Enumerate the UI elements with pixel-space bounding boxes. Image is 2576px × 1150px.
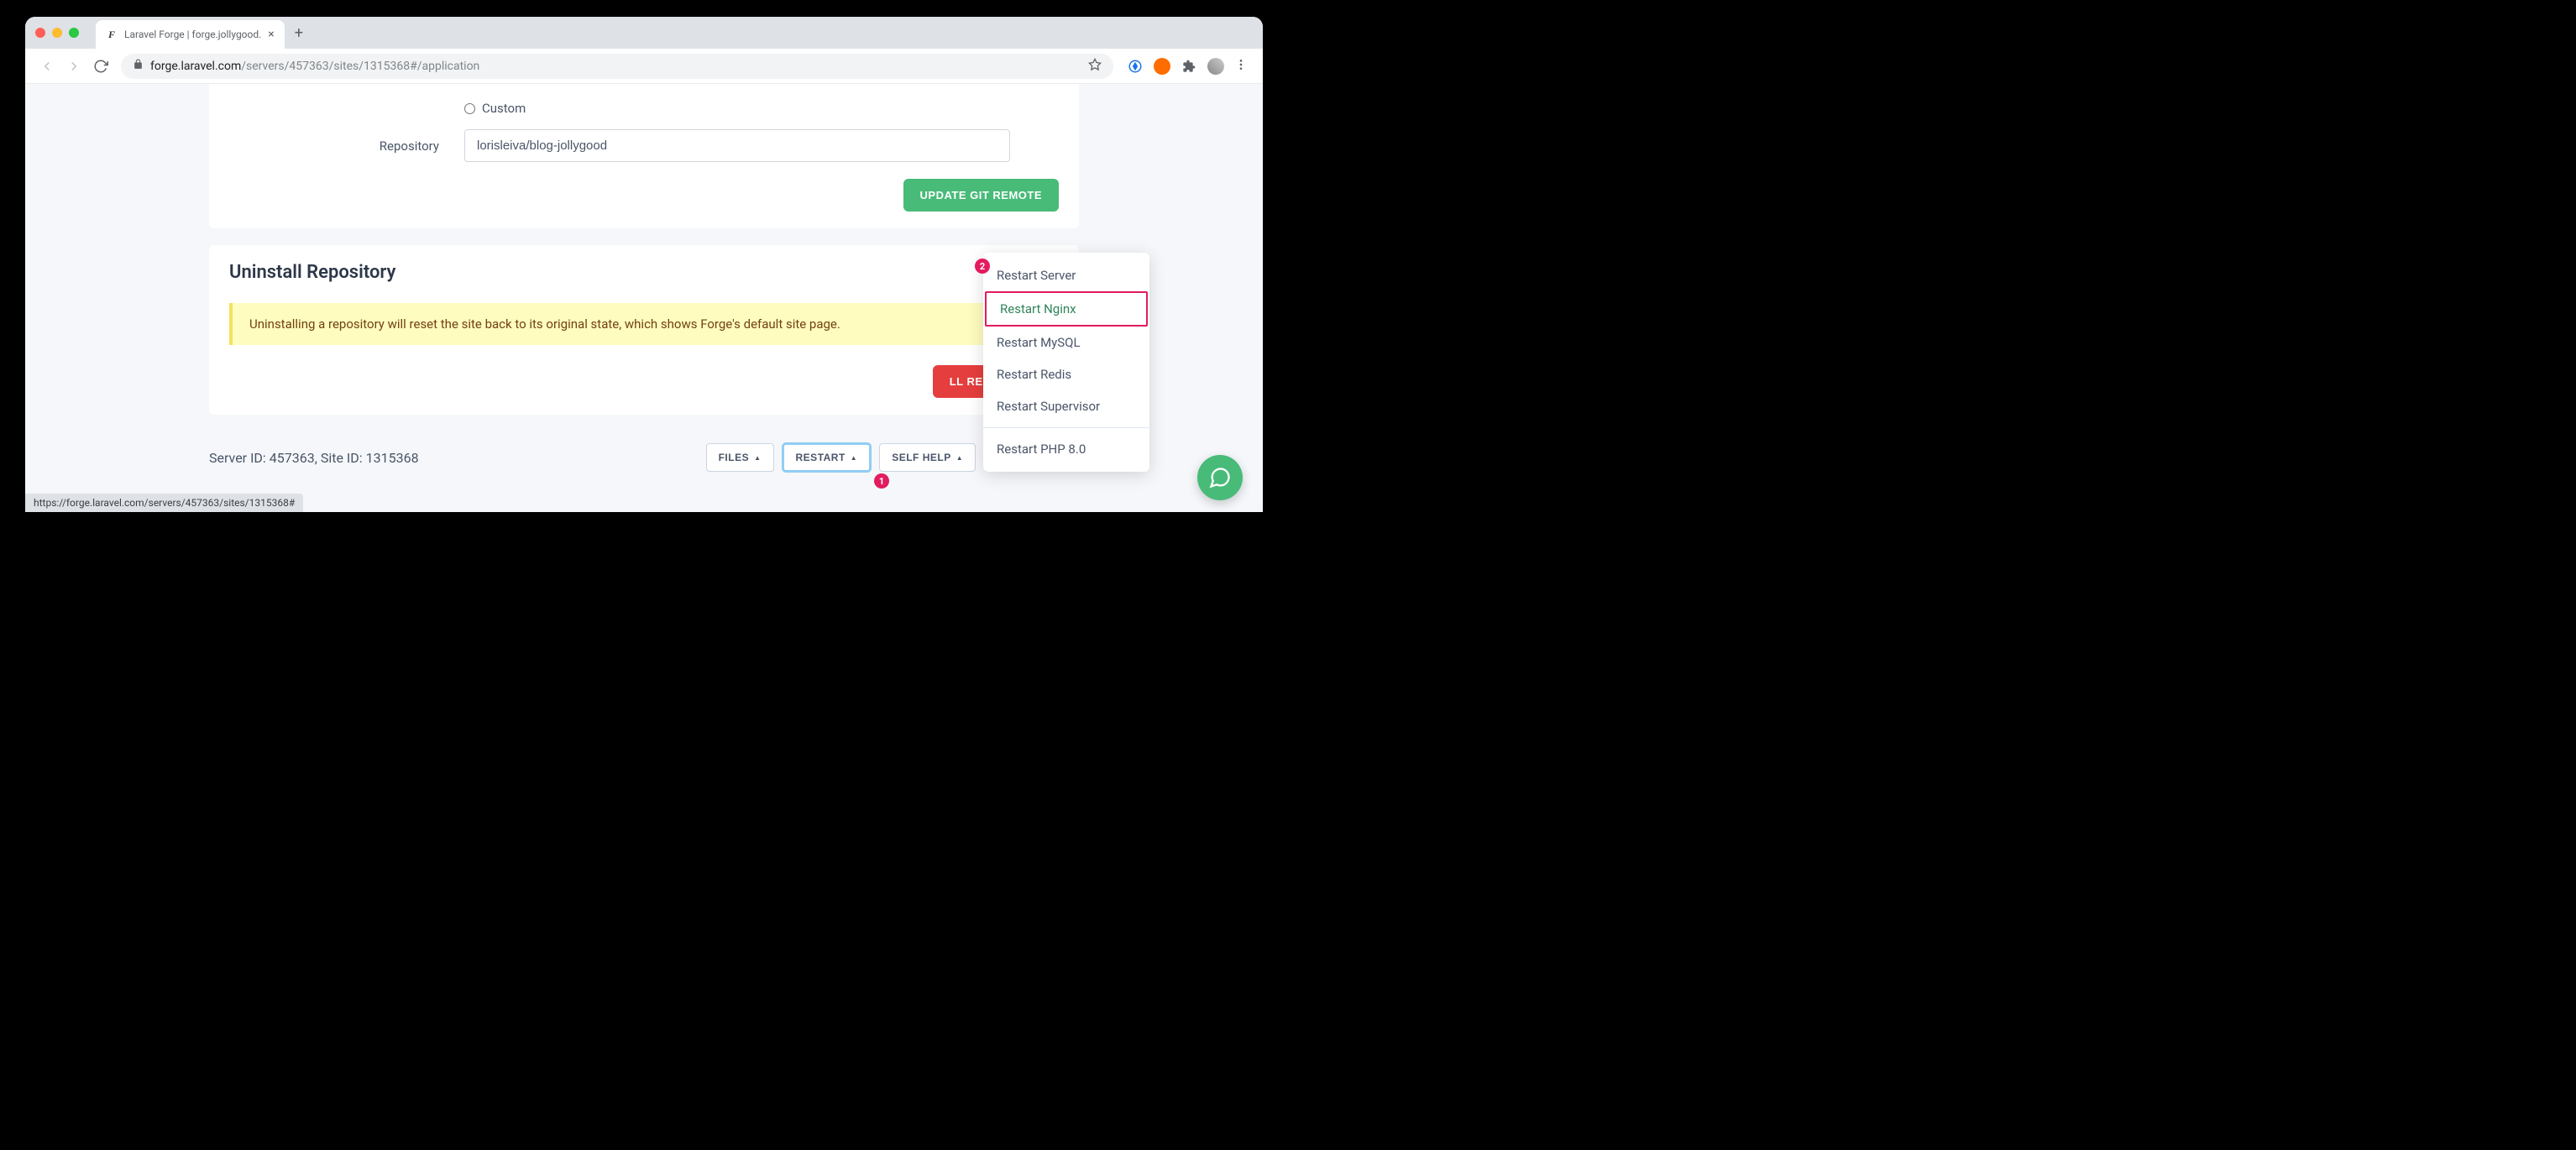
files-button[interactable]: FILES ▲: [706, 443, 774, 472]
close-tab-icon[interactable]: ×: [268, 28, 274, 41]
server-site-ids: Server ID: 457363, Site ID: 1315368: [209, 450, 419, 466]
browser-toolbar: forge.laravel.com/servers/457363/sites/1…: [25, 49, 1263, 84]
self-help-button[interactable]: SELF HELP ▲: [879, 443, 976, 472]
custom-radio[interactable]: [464, 103, 475, 114]
caret-up-icon: ▲: [754, 454, 761, 462]
extension-icon[interactable]: [1154, 58, 1170, 75]
restart-nginx-item[interactable]: Restart Nginx: [985, 291, 1148, 327]
annotation-badge-2: 2: [975, 259, 990, 274]
profile-avatar[interactable]: [1207, 58, 1224, 75]
custom-label: Custom: [482, 101, 526, 116]
git-remote-card: Custom Repository UPDATE GIT REMOTE: [209, 84, 1079, 228]
restart-dropdown-menu: Restart Server Restart Nginx Restart MyS…: [983, 253, 1149, 472]
page-content: Custom Repository UPDATE GIT REMOTE Unin…: [25, 84, 1263, 512]
uninstall-warning-banner: Uninstalling a repository will reset the…: [229, 303, 1059, 345]
forward-button[interactable]: [60, 53, 87, 80]
back-button[interactable]: [34, 53, 60, 80]
tab-title: Laravel Forge | forge.jollygood.: [124, 29, 261, 40]
browser-extensions: [1120, 58, 1254, 75]
files-button-label: FILES: [719, 452, 750, 463]
restart-button[interactable]: RESTART ▲: [783, 443, 872, 472]
browser-tab-bar: F Laravel Forge | forge.jollygood. × +: [25, 17, 1263, 49]
window-controls: [35, 28, 79, 38]
self-help-button-label: SELF HELP: [892, 452, 951, 463]
bookmark-star-icon[interactable]: [1088, 58, 1102, 75]
dropdown-divider: [983, 427, 1149, 428]
caret-up-icon: ▲: [956, 454, 963, 462]
url-path: /servers/457363/sites/1315368#/applicati…: [241, 60, 479, 73]
chat-icon: [1208, 466, 1232, 489]
browser-window: F Laravel Forge | forge.jollygood. × + f…: [25, 17, 1263, 512]
url-host: forge.laravel.com: [150, 60, 241, 73]
forge-favicon-icon: F: [106, 29, 118, 40]
address-bar[interactable]: forge.laravel.com/servers/457363/sites/1…: [121, 54, 1113, 79]
status-bar-url: https://forge.laravel.com/servers/457363…: [25, 494, 303, 512]
minimize-window-button[interactable]: [52, 28, 62, 38]
restart-php-item[interactable]: Restart PHP 8.0: [983, 433, 1149, 465]
restart-supervisor-item[interactable]: Restart Supervisor: [983, 390, 1149, 422]
restart-mysql-item[interactable]: Restart MySQL: [983, 327, 1149, 358]
caret-up-icon: ▲: [851, 454, 857, 462]
browser-menu-icon[interactable]: [1234, 58, 1248, 75]
annotation-badge-1: 1: [874, 473, 889, 489]
browser-tab[interactable]: F Laravel Forge | forge.jollygood. ×: [96, 20, 285, 49]
help-chat-button[interactable]: [1197, 455, 1243, 500]
repository-label: Repository: [229, 139, 464, 154]
restart-server-item[interactable]: Restart Server: [983, 259, 1149, 291]
restart-redis-item[interactable]: Restart Redis: [983, 358, 1149, 390]
lock-icon: [133, 59, 144, 73]
reload-button[interactable]: [87, 53, 114, 80]
extensions-menu-icon[interactable]: [1181, 58, 1197, 75]
new-tab-button[interactable]: +: [285, 19, 313, 47]
restart-button-label: RESTART: [796, 452, 846, 463]
close-window-button[interactable]: [35, 28, 45, 38]
maximize-window-button[interactable]: [69, 28, 79, 38]
uninstall-heading: Uninstall Repository: [229, 262, 1059, 283]
footer-bar: Server ID: 457363, Site ID: 1315368 FILE…: [209, 431, 1079, 484]
uninstall-card: Uninstall Repository Uninstalling a repo…: [209, 245, 1079, 415]
repository-input[interactable]: [464, 129, 1010, 162]
extension-icon[interactable]: [1127, 58, 1144, 75]
update-git-remote-button[interactable]: UPDATE GIT REMOTE: [903, 179, 1059, 212]
